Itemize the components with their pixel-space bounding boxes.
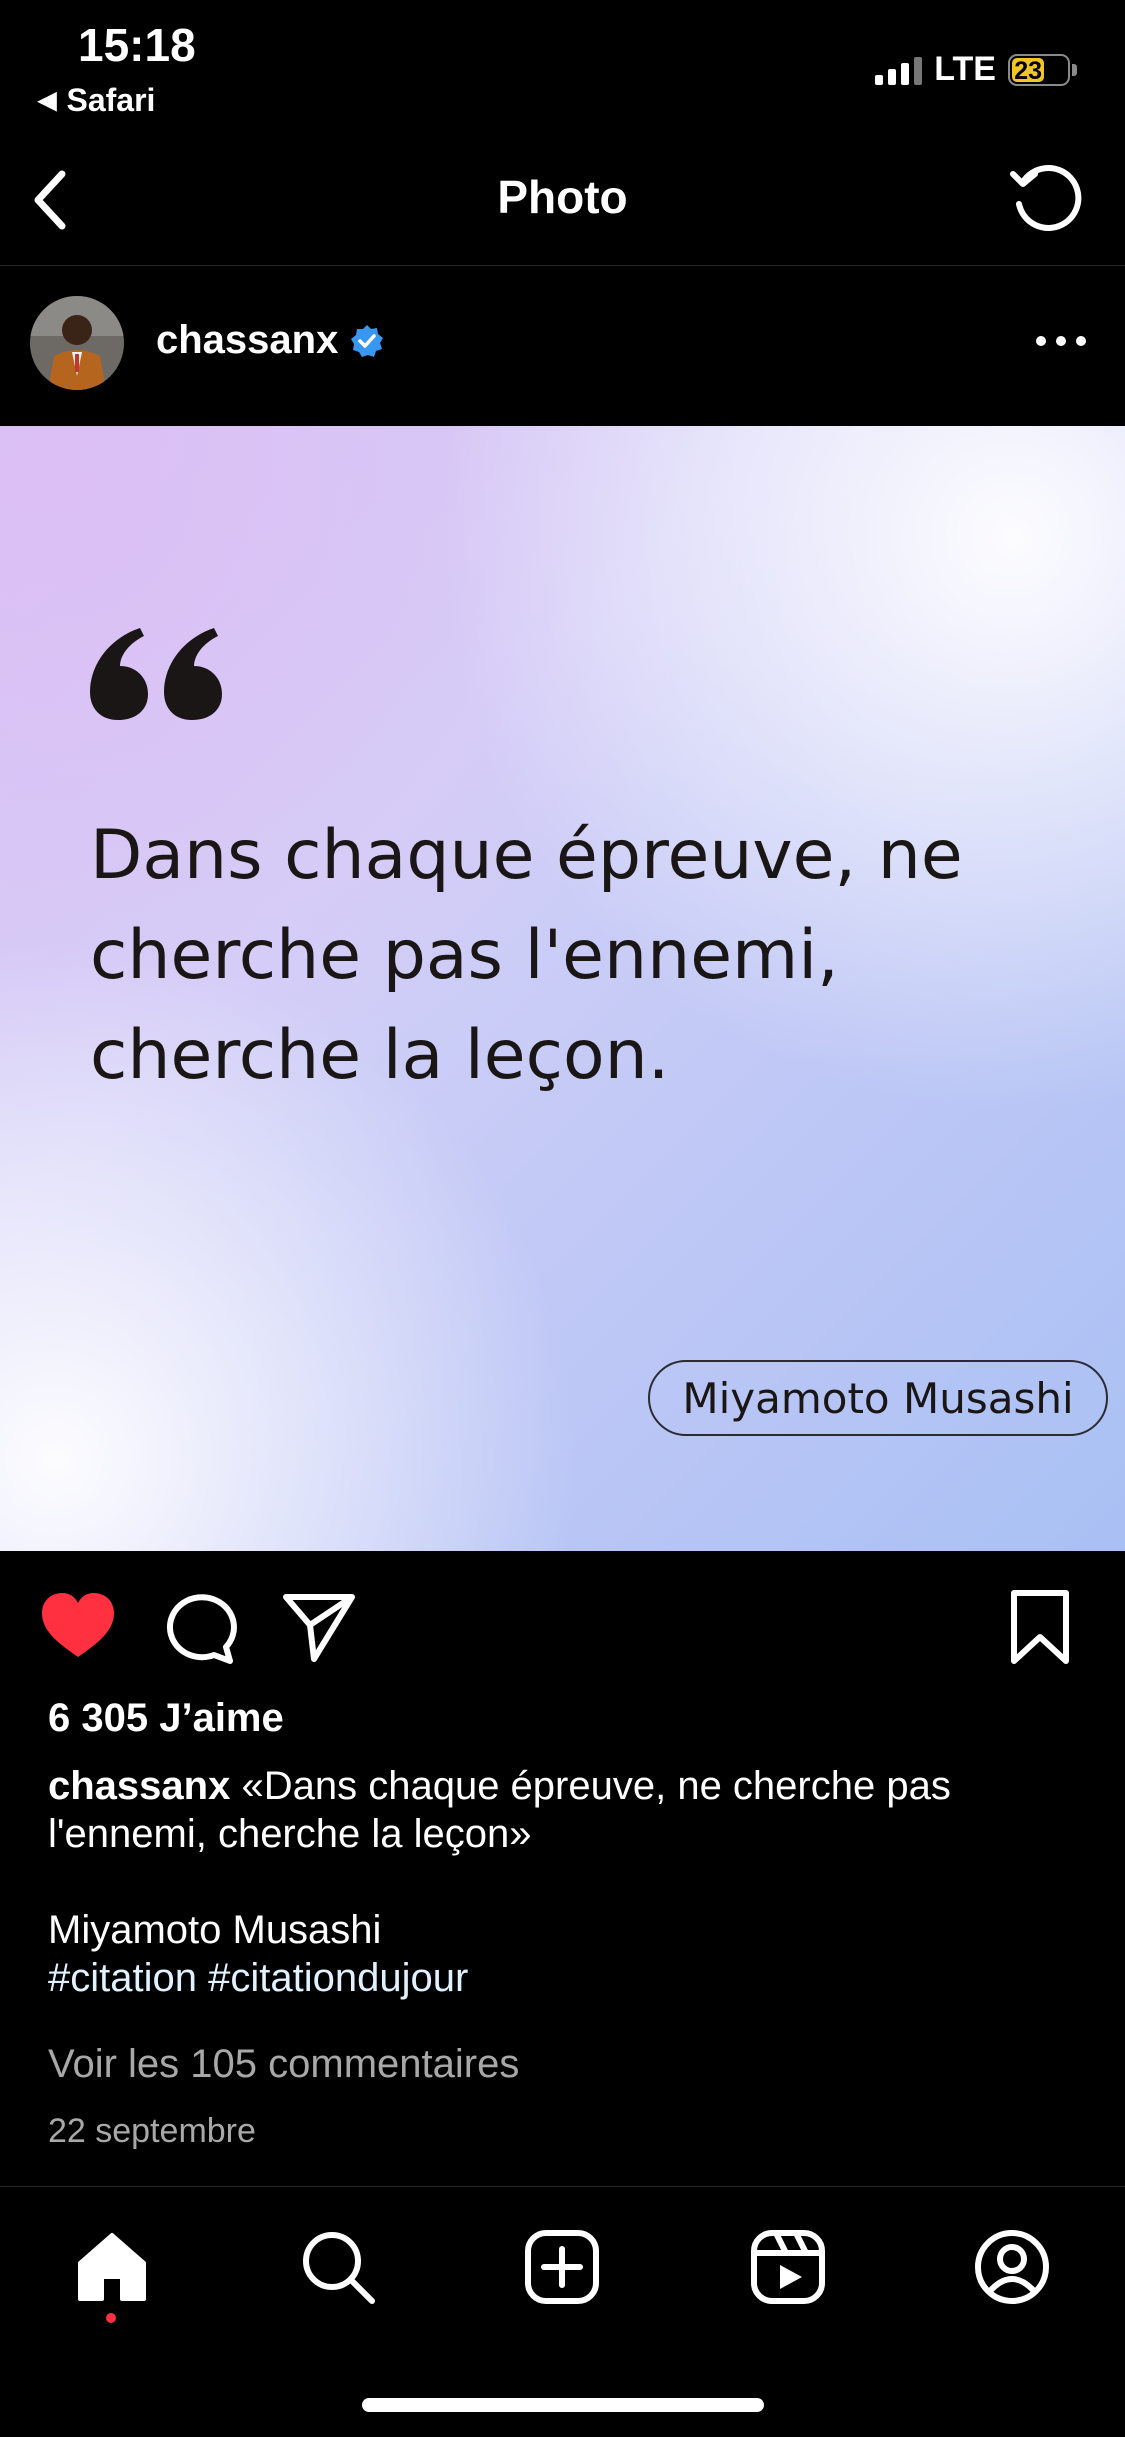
quote-text: Dans chaque épreuve, ne cherche pas l'en… — [90, 816, 963, 1095]
caption-username[interactable]: chassanx — [48, 1764, 230, 1808]
back-app-label: Safari — [66, 82, 156, 118]
heart-icon[interactable] — [38, 1587, 118, 1667]
quote-author: Miyamoto Musashi — [648, 1360, 1108, 1436]
verified-badge-icon — [351, 324, 384, 357]
back-triangle-icon: ◀ — [38, 87, 57, 114]
quote-mark-icon — [90, 628, 222, 720]
comment-icon[interactable] — [158, 1587, 238, 1667]
more-options-icon[interactable] — [1033, 326, 1089, 356]
caption-author: Miyamoto Musashi — [48, 1908, 382, 1952]
status-bar: 15:18 ◀ Safari LTE 23 — [0, 0, 1125, 130]
nav-bar: Photo — [0, 130, 1125, 266]
view-comments-link[interactable]: Voir les 105 commentaires — [48, 2042, 519, 2087]
username-label: chassanx — [156, 318, 339, 362]
post-header: chassanx — [0, 266, 1125, 426]
post-date: 22 septembre — [48, 2112, 256, 2150]
home-indicator[interactable] — [362, 2398, 764, 2412]
cellular-signal-icon — [875, 55, 923, 85]
page-title: Photo — [497, 171, 628, 223]
back-to-safari-link[interactable]: ◀ Safari — [38, 82, 155, 119]
post-image[interactable]: Dans chaque épreuve, ne cherche pas l'en… — [0, 426, 1125, 1551]
search-icon[interactable] — [298, 2227, 378, 2307]
hashtag-link[interactable]: #citation — [48, 1956, 197, 2000]
reels-icon[interactable] — [748, 2227, 828, 2307]
bookmark-icon[interactable] — [1000, 1587, 1080, 1667]
status-time: 15:18 — [78, 19, 196, 71]
likes-count[interactable]: 6 305 J’aime — [48, 1696, 284, 1741]
post-actions — [0, 1551, 1125, 1701]
network-type: LTE — [934, 50, 996, 88]
refresh-icon[interactable] — [1005, 160, 1085, 240]
hashtag-link[interactable]: #citationdujour — [208, 1956, 468, 2000]
avatar[interactable] — [30, 296, 124, 390]
notification-dot — [106, 2313, 116, 2323]
battery-icon: 23 — [1008, 53, 1077, 86]
profile-icon[interactable] — [972, 2227, 1052, 2307]
status-indicators: LTE 23 — [875, 50, 1077, 89]
share-icon[interactable] — [278, 1587, 358, 1667]
home-icon[interactable] — [72, 2227, 152, 2307]
post-caption: chassanx «Dans chaque épreuve, ne cherch… — [48, 1762, 1088, 2002]
post-username[interactable]: chassanx — [156, 318, 384, 363]
create-icon[interactable] — [522, 2227, 602, 2307]
battery-level: 23 — [1012, 57, 1045, 84]
